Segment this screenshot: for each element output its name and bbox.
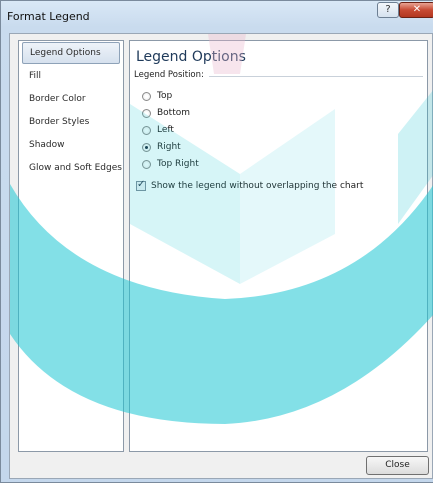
sidebar-item-glow-soft-edges[interactable]: Glow and Soft Edges	[22, 157, 122, 179]
legend-position-label: Legend Position:	[134, 70, 204, 80]
overlap-checkbox-row[interactable]: ✓ Show the legend without overlapping th…	[136, 179, 364, 191]
dialog-title: Format Legend	[7, 10, 90, 23]
overlap-checkbox-label: Show the legend without overlapping the …	[151, 181, 364, 191]
radio-top-right[interactable]: Top Right	[142, 157, 199, 171]
sidebar-item-border-styles[interactable]: Border Styles	[22, 111, 120, 133]
radio-button[interactable]	[142, 91, 151, 101]
radio-left[interactable]: Left	[142, 123, 174, 137]
options-panel: Legend Options Legend Position: Top Bott…	[129, 40, 428, 452]
sidebar-item-shadow[interactable]: Shadow	[22, 134, 120, 156]
radio-label-left: Left	[157, 125, 174, 135]
radio-label-bottom: Bottom	[157, 108, 191, 118]
radio-bottom[interactable]: Bottom	[142, 106, 190, 120]
close-button[interactable]: Close	[366, 456, 429, 475]
sidebar-item-legend-options[interactable]: Legend Options	[22, 42, 120, 64]
help-icon: ?	[385, 4, 391, 15]
radio-button-selected[interactable]	[142, 142, 151, 152]
window-close-button[interactable]: ✕	[399, 2, 433, 18]
radio-button[interactable]	[142, 159, 151, 169]
close-icon: ✕	[412, 4, 422, 15]
category-list: Legend Options Fill Border Color Border …	[18, 40, 124, 452]
radio-label-right: Right	[157, 142, 181, 152]
sidebar-item-fill[interactable]: Fill	[22, 65, 120, 87]
format-legend-dialog: Format Legend ? ✕ Legend Options Fill Bo…	[0, 0, 433, 483]
overlap-checkbox[interactable]: ✓	[136, 179, 146, 191]
checkmark-icon: ✓	[137, 179, 146, 190]
radio-label-top-right: Top Right	[157, 159, 199, 169]
dialog-client-area: Legend Options Fill Border Color Border …	[9, 33, 433, 479]
radio-button[interactable]	[142, 125, 151, 135]
section-divider	[209, 76, 423, 77]
radio-top[interactable]: Top	[142, 89, 172, 103]
title-bar[interactable]: Format Legend ? ✕	[1, 1, 433, 31]
radio-label-top: Top	[157, 91, 173, 101]
panel-title: Legend Options	[136, 49, 246, 65]
help-button[interactable]: ?	[377, 2, 399, 18]
radio-button[interactable]	[142, 108, 151, 118]
sidebar-item-border-color[interactable]: Border Color	[22, 88, 120, 110]
radio-right[interactable]: Right	[142, 140, 181, 154]
